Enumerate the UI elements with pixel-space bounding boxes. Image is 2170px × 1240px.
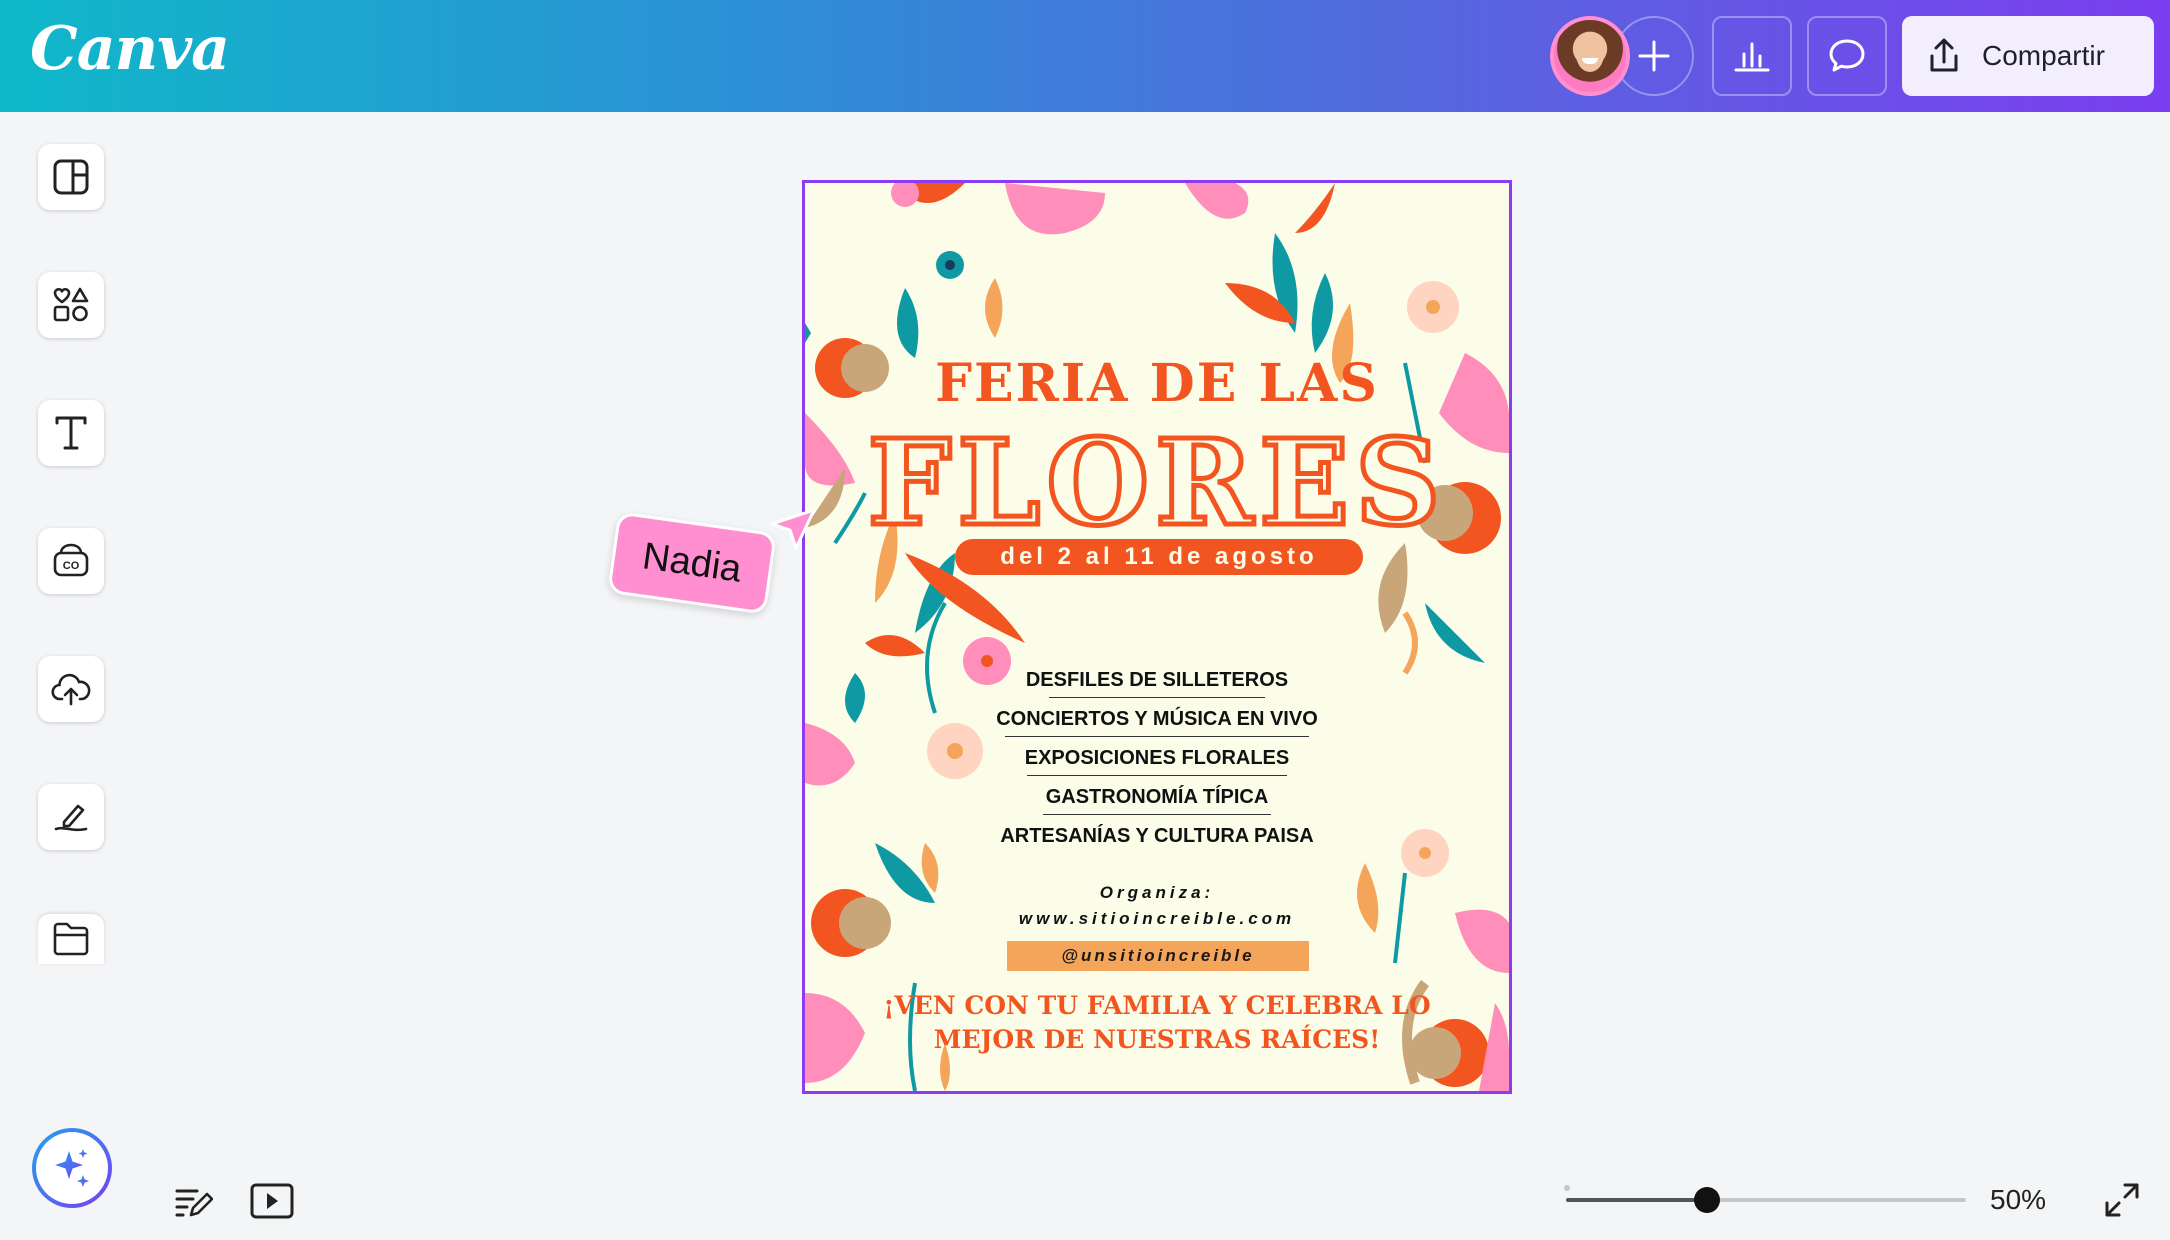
- layout-icon: [53, 159, 89, 195]
- top-bar: Canva Compartir: [0, 0, 2170, 112]
- poster-cta-line2[interactable]: MEJOR DE NUESTRAS RAÍCES!: [805, 1025, 1509, 1054]
- event-divider: [1049, 697, 1265, 698]
- rail-uploads-button[interactable]: [38, 656, 104, 722]
- cloud-upload-icon: [51, 673, 91, 706]
- folder-icon: [53, 922, 89, 956]
- rail-projects-button[interactable]: [38, 914, 104, 964]
- pen-draw-icon: [54, 804, 88, 832]
- event-item[interactable]: GASTRONOMÍA TÍPICA: [805, 786, 1509, 809]
- event-item[interactable]: DESFILES DE SILLETEROS: [805, 669, 1509, 692]
- poster-cta-line1[interactable]: ¡VEN CON TU FAMILIA Y CELEBRA LO: [805, 991, 1509, 1020]
- organizer-website[interactable]: www.sitioincreible.com: [805, 909, 1509, 929]
- present-button[interactable]: [250, 1180, 294, 1222]
- poster-title-line1[interactable]: FERIA DE LAS: [805, 353, 1509, 414]
- poster-title-line2[interactable]: FLORES: [805, 411, 1509, 555]
- event-divider: [1043, 814, 1271, 815]
- notes-icon: [175, 1189, 213, 1217]
- zoom-slider-fill: [1566, 1198, 1707, 1202]
- collaborator-cursor-icon: [770, 508, 816, 550]
- zoom-slider[interactable]: [1566, 1198, 1966, 1202]
- canva-logo[interactable]: Canva: [30, 14, 230, 84]
- brand-kit-icon: CO: [53, 543, 89, 577]
- rail-text-button[interactable]: [38, 400, 104, 466]
- design-page[interactable]: FERIA DE LAS FLORES del 2 al 11 de agost…: [802, 180, 1512, 1094]
- event-item[interactable]: ARTESANÍAS Y CULTURA PAISA: [805, 825, 1509, 848]
- plus-icon: [1638, 40, 1670, 72]
- shapes-icon: [53, 287, 89, 322]
- text-icon: [55, 416, 87, 450]
- magic-ai-button[interactable]: [32, 1128, 112, 1208]
- collaborator-name-tag: Nadia: [607, 511, 777, 615]
- fullscreen-button[interactable]: [2100, 1178, 2144, 1222]
- zoom-min-marker: [1564, 1185, 1570, 1191]
- social-handle-badge[interactable]: @unsitioincreible: [1007, 941, 1309, 971]
- user-avatar[interactable]: [1550, 16, 1630, 96]
- insights-button[interactable]: [1712, 16, 1792, 96]
- share-button[interactable]: Compartir: [1902, 16, 2154, 96]
- organizer-label[interactable]: Organiza:: [805, 883, 1509, 903]
- event-divider: [1005, 736, 1309, 737]
- rail-elements-button[interactable]: [38, 272, 104, 338]
- sparkle-icon: [55, 1149, 89, 1187]
- event-divider: [1027, 775, 1287, 776]
- share-upload-icon: [1930, 38, 1958, 72]
- share-label: Compartir: [1982, 40, 2105, 71]
- notes-button[interactable]: [172, 1180, 214, 1222]
- zoom-level[interactable]: 50%: [1990, 1184, 2046, 1216]
- play-icon: [250, 1183, 294, 1219]
- poster-date-badge[interactable]: del 2 al 11 de agosto: [955, 539, 1363, 575]
- comment-icon: [1829, 39, 1865, 72]
- zoom-slider-handle[interactable]: [1694, 1187, 1720, 1213]
- event-item[interactable]: EXPOSICIONES FLORALES: [805, 747, 1509, 770]
- rail-design-button[interactable]: [38, 144, 104, 210]
- rail-brand-button[interactable]: CO: [38, 528, 104, 594]
- expand-icon: [2105, 1183, 2139, 1217]
- comments-button[interactable]: [1807, 16, 1887, 96]
- rail-draw-button[interactable]: [38, 784, 104, 850]
- analytics-icon: [1734, 42, 1770, 72]
- event-item[interactable]: CONCIERTOS Y MÚSICA EN VIVO: [805, 708, 1509, 731]
- svg-text:CO: CO: [63, 560, 80, 572]
